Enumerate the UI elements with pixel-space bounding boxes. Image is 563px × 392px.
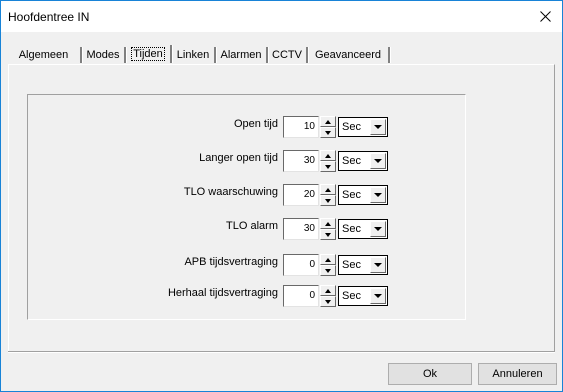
arrow-down-icon xyxy=(325,130,331,135)
value-spinner xyxy=(320,218,336,240)
arrow-up-icon xyxy=(325,288,331,293)
tab-label: Algemeen xyxy=(18,49,69,61)
row-label: TLO waarschuwing xyxy=(183,186,278,198)
tab-label: Geavanceerd xyxy=(314,49,382,61)
dropdown-button[interactable] xyxy=(370,187,386,203)
time-value-input[interactable]: 10 xyxy=(283,116,319,138)
chevron-down-icon xyxy=(374,159,382,163)
unit-select[interactable]: Sec xyxy=(338,255,388,275)
time-value-input[interactable]: 20 xyxy=(283,184,319,206)
arrow-down-icon xyxy=(325,198,331,203)
time-value-input[interactable]: 30 xyxy=(283,150,319,172)
row-label: Herhaal tijdsvertraging xyxy=(167,287,278,299)
unit-select[interactable]: Sec xyxy=(338,286,388,306)
value-spinner xyxy=(320,184,336,206)
spin-down-button[interactable] xyxy=(320,229,336,240)
chevron-down-icon xyxy=(374,125,382,129)
unit-value: Sec xyxy=(342,259,361,271)
ok-button[interactable]: Ok xyxy=(388,363,472,385)
unit-value: Sec xyxy=(342,189,361,201)
cancel-button-label: Annuleren xyxy=(492,368,543,380)
row-label: Langer open tijd xyxy=(199,152,278,164)
arrow-up-icon xyxy=(325,153,331,158)
spin-up-button[interactable] xyxy=(320,184,336,195)
dropdown-button[interactable] xyxy=(370,153,386,169)
value-spinner xyxy=(320,150,336,172)
chevron-down-icon xyxy=(374,263,382,267)
arrow-up-icon xyxy=(325,187,331,192)
unit-select[interactable]: Sec xyxy=(338,151,388,171)
arrow-down-icon xyxy=(325,164,331,169)
time-value-input[interactable]: 0 xyxy=(283,285,319,307)
tab-linken[interactable]: Linken xyxy=(172,47,216,63)
value-spinner xyxy=(320,285,336,307)
spin-down-button[interactable] xyxy=(320,127,336,138)
chevron-down-icon xyxy=(374,227,382,231)
spin-down-button[interactable] xyxy=(320,296,336,307)
time-value-input[interactable]: 30 xyxy=(283,218,319,240)
dropdown-button[interactable] xyxy=(370,221,386,237)
chevron-down-icon xyxy=(374,294,382,298)
spin-up-button[interactable] xyxy=(320,116,336,127)
tab-label: Alarmen xyxy=(220,49,262,61)
unit-value: Sec xyxy=(342,290,361,302)
value-spinner xyxy=(320,116,336,138)
unit-value: Sec xyxy=(342,121,361,133)
close-icon xyxy=(539,11,551,22)
tab-label: Linken xyxy=(176,49,210,61)
unit-value: Sec xyxy=(342,223,361,235)
tab-label: Modes xyxy=(86,49,120,61)
time-value-input[interactable]: 0 xyxy=(283,254,319,276)
spin-down-button[interactable] xyxy=(320,195,336,206)
unit-value: Sec xyxy=(342,155,361,167)
spin-up-button[interactable] xyxy=(320,150,336,161)
arrow-up-icon xyxy=(325,221,331,226)
spin-up-button[interactable] xyxy=(320,285,336,296)
unit-select[interactable]: Sec xyxy=(338,117,388,137)
tab-cctv[interactable]: CCTV xyxy=(268,47,308,63)
unit-select[interactable]: Sec xyxy=(338,219,388,239)
spin-down-button[interactable] xyxy=(320,265,336,276)
arrow-up-icon xyxy=(325,257,331,262)
spin-down-button[interactable] xyxy=(320,161,336,172)
arrow-down-icon xyxy=(325,232,331,237)
value-spinner xyxy=(320,254,336,276)
title-bar: Hoofdentree IN xyxy=(1,1,562,32)
window-title: Hoofdentree IN xyxy=(8,10,90,24)
arrow-down-icon xyxy=(325,299,331,304)
arrow-up-icon xyxy=(325,119,331,124)
spin-up-button[interactable] xyxy=(320,254,336,265)
tab-alarmen[interactable]: Alarmen xyxy=(216,47,268,63)
chevron-down-icon xyxy=(374,193,382,197)
tab-algemeen[interactable]: Algemeen xyxy=(7,47,82,63)
row-label: APB tijdsvertraging xyxy=(184,256,278,268)
spin-up-button[interactable] xyxy=(320,218,336,229)
row-label: TLO alarm xyxy=(226,220,278,232)
tab-geavanceerd[interactable]: Geavanceerd xyxy=(308,47,390,63)
cancel-button[interactable]: Annuleren xyxy=(478,363,557,385)
ok-button-label: Ok xyxy=(422,368,438,380)
row-label: Open tijd xyxy=(233,118,278,130)
dropdown-button[interactable] xyxy=(370,257,386,273)
close-button[interactable] xyxy=(528,1,562,32)
unit-select[interactable]: Sec xyxy=(338,185,388,205)
dropdown-button[interactable] xyxy=(370,119,386,135)
button-divider xyxy=(8,351,555,353)
tab-tijden[interactable]: Tijden xyxy=(126,45,172,63)
dropdown-button[interactable] xyxy=(370,288,386,304)
arrow-down-icon xyxy=(325,268,331,273)
tab-modes[interactable]: Modes xyxy=(82,47,126,63)
tab-label: CCTV xyxy=(272,49,302,61)
tab-label: Tijden xyxy=(131,47,165,61)
